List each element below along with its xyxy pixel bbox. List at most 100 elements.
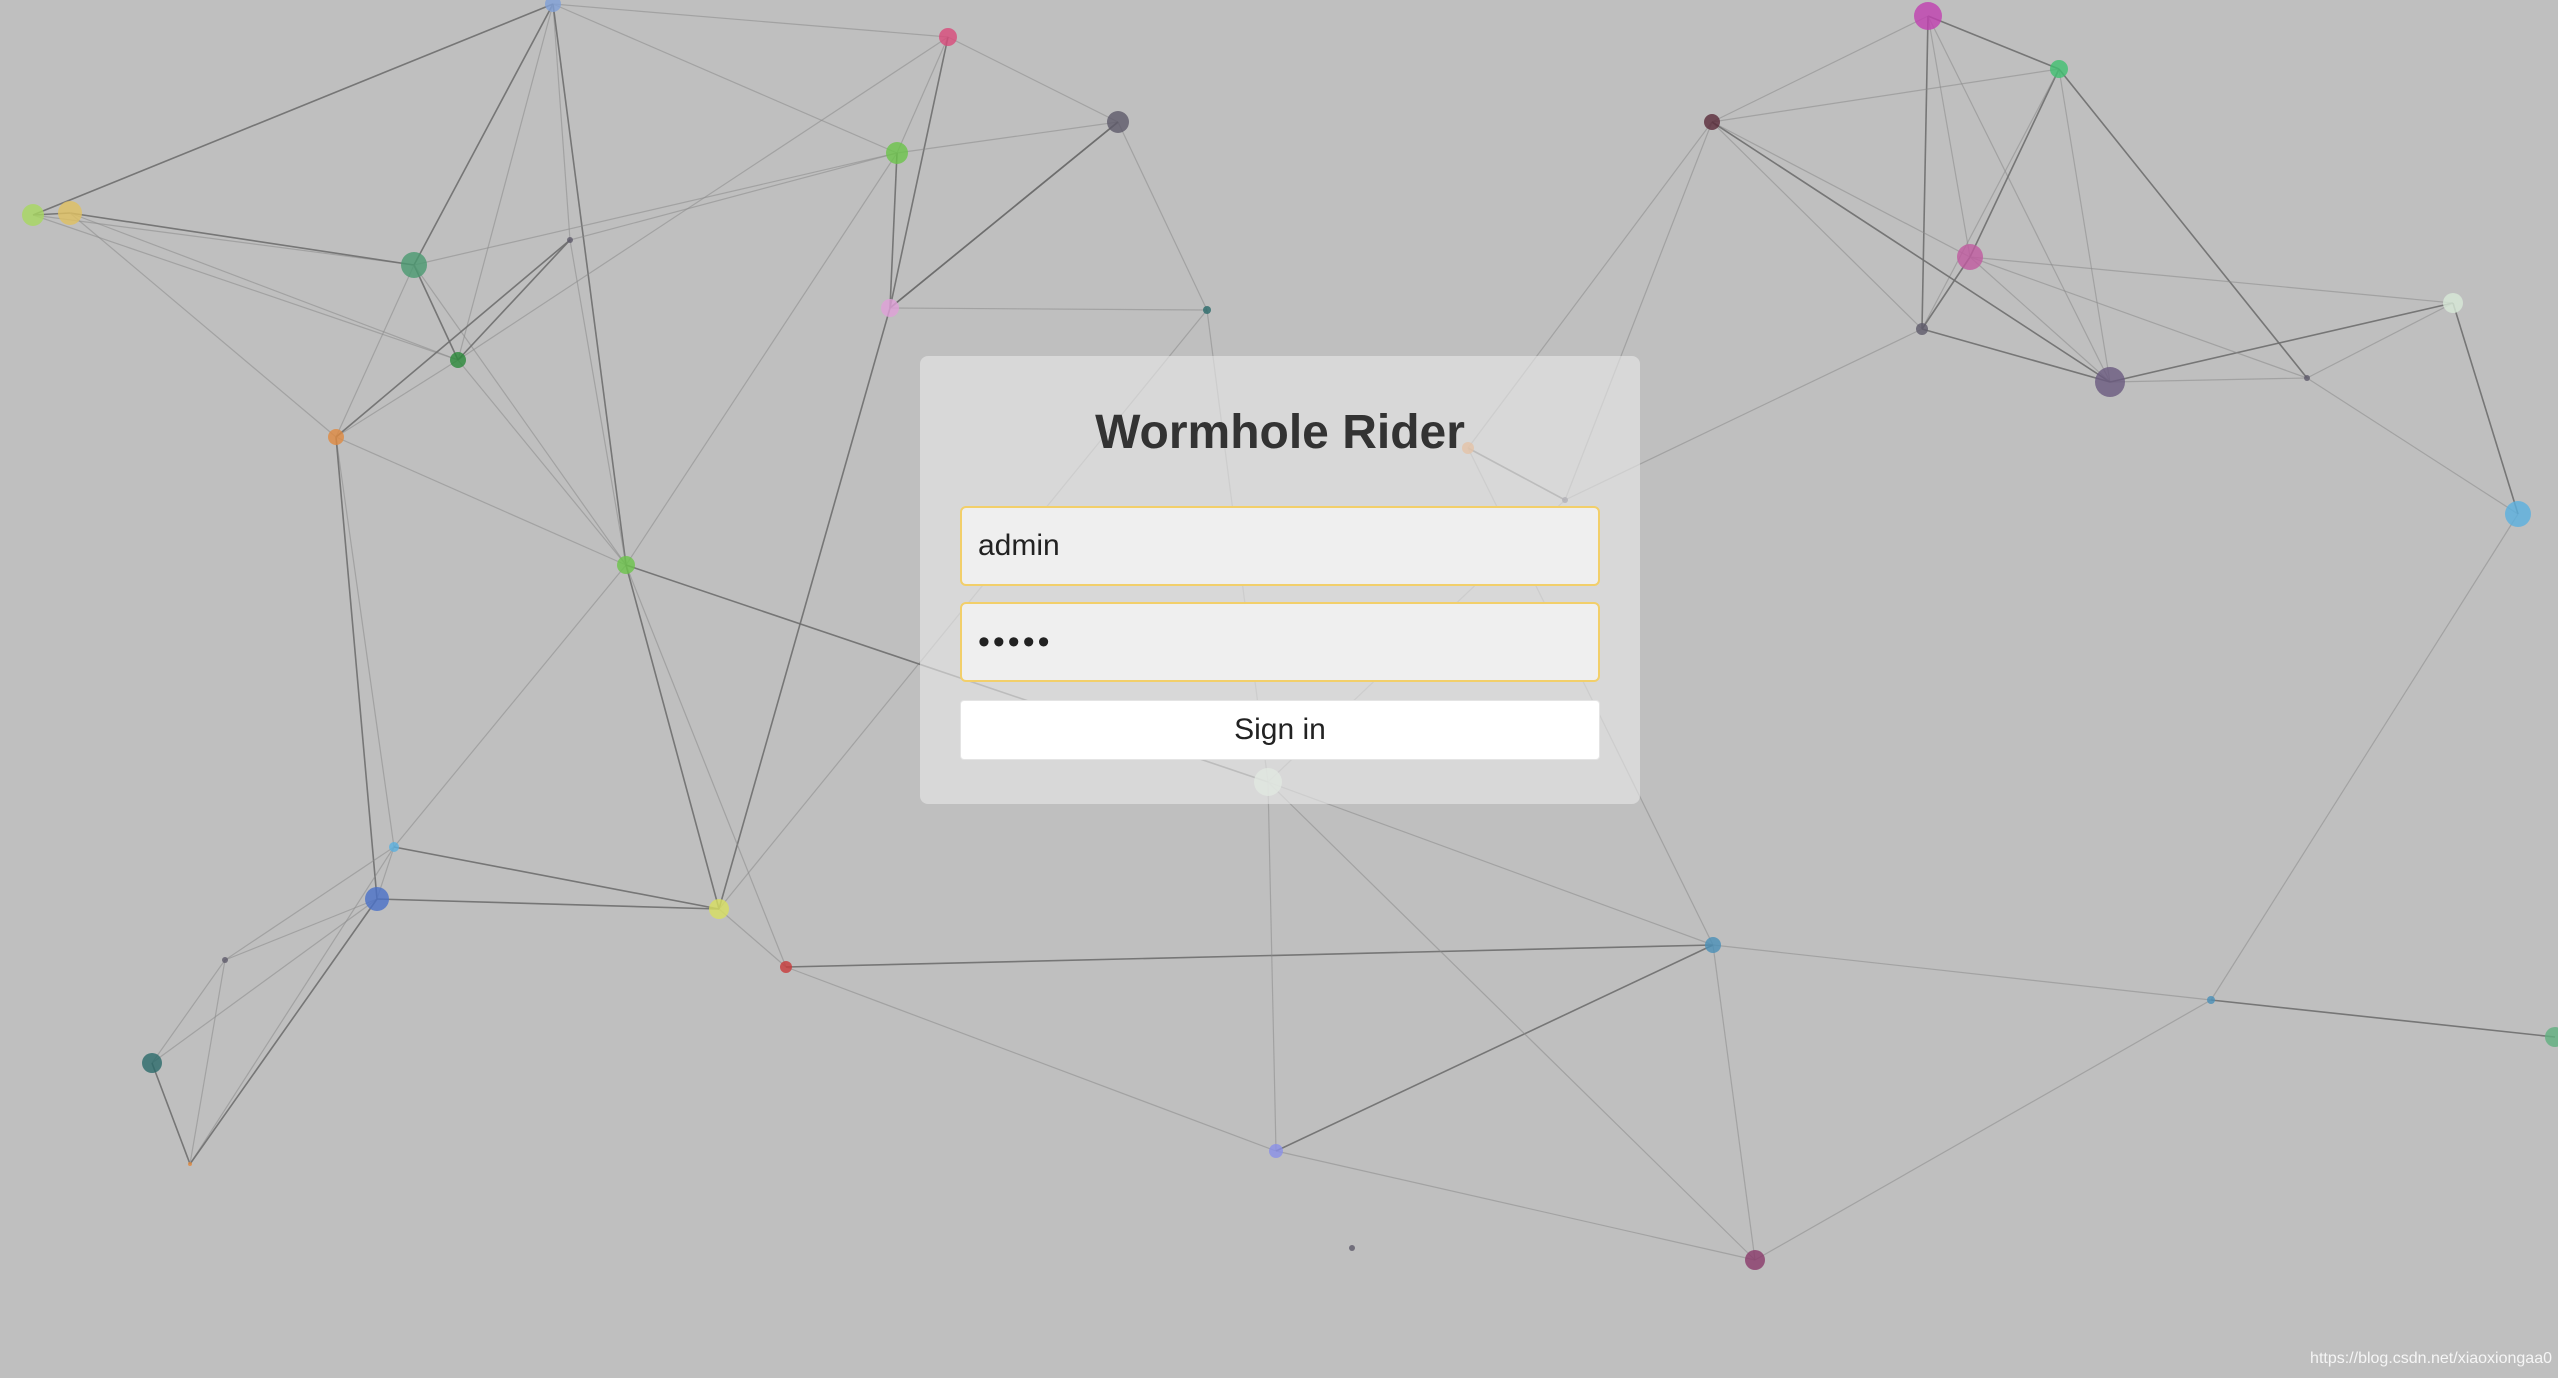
network-edge	[2058, 68, 2308, 379]
network-node	[1957, 244, 1983, 270]
network-node	[1704, 114, 1720, 130]
network-edge	[625, 564, 720, 910]
network-node	[365, 887, 389, 911]
network-node	[22, 204, 44, 226]
network-edge	[413, 3, 554, 266]
network-edge	[1754, 999, 2212, 1261]
network-edge	[376, 898, 720, 910]
network-node	[1914, 2, 1942, 30]
network-edge	[569, 239, 627, 566]
network-node	[389, 842, 399, 852]
username-input[interactable]	[960, 506, 1600, 586]
network-edge	[2306, 377, 2519, 515]
network-edge	[1969, 256, 2454, 304]
network-edge	[1921, 328, 2111, 383]
network-edge	[1117, 121, 1208, 311]
network-node	[2443, 293, 2463, 313]
network-edge	[189, 898, 378, 1165]
network-node	[222, 957, 228, 963]
network-edge	[785, 966, 1277, 1152]
network-edge	[1927, 15, 1971, 258]
network-edge	[2210, 513, 2519, 1001]
network-edge	[1927, 15, 2111, 383]
network-edge	[1969, 256, 2308, 379]
network-edge	[69, 212, 459, 361]
network-edge	[32, 214, 415, 266]
network-edge	[413, 264, 627, 566]
network-edge	[1267, 781, 1277, 1152]
login-card: Wormhole Rider Sign in	[920, 356, 1640, 804]
network-edge	[457, 359, 627, 566]
network-node	[617, 556, 635, 574]
network-edge	[151, 898, 378, 1064]
network-edge	[335, 436, 395, 848]
network-edge	[1711, 68, 2060, 123]
network-edge	[1712, 944, 2212, 1001]
network-edge	[785, 944, 1714, 968]
network-edge	[1712, 944, 1756, 1261]
network-edge	[947, 36, 1119, 123]
network-edge	[552, 3, 949, 38]
network-edge	[1711, 121, 1923, 330]
network-edge	[1275, 944, 1714, 1152]
network-node	[1705, 937, 1721, 953]
network-edge	[1267, 781, 1714, 946]
network-edge	[393, 846, 720, 910]
network-edge	[32, 3, 554, 216]
sign-in-button[interactable]: Sign in	[960, 700, 1600, 760]
network-node	[1745, 1250, 1765, 1270]
network-node	[2304, 375, 2310, 381]
network-edge	[189, 959, 226, 1165]
network-edge	[718, 307, 891, 910]
network-edge	[151, 1062, 191, 1165]
network-edge	[224, 898, 378, 961]
network-node	[188, 1162, 192, 1166]
network-node	[328, 429, 344, 445]
network-edge	[889, 152, 898, 309]
network-edge	[2306, 302, 2454, 379]
network-edge	[1921, 15, 1929, 330]
network-edge	[552, 3, 627, 566]
network-node	[881, 299, 899, 317]
network-node	[780, 961, 792, 973]
network-node	[886, 142, 908, 164]
network-node	[2050, 60, 2068, 78]
network-edge	[1921, 68, 2060, 330]
network-edge	[32, 214, 459, 361]
network-edge	[1711, 121, 2111, 383]
network-edge	[335, 436, 627, 566]
network-edge	[335, 264, 415, 438]
network-node	[2095, 367, 2125, 397]
network-edge	[393, 564, 627, 848]
network-node	[1349, 1245, 1355, 1251]
password-input[interactable]	[960, 602, 1600, 682]
network-node	[709, 899, 729, 919]
network-node	[142, 1053, 162, 1073]
network-edge	[2109, 302, 2454, 383]
network-edge	[335, 436, 378, 900]
network-node	[2545, 1027, 2558, 1047]
network-edge	[1267, 781, 1756, 1261]
network-node	[58, 201, 82, 225]
network-edge	[335, 239, 571, 438]
network-edge	[457, 239, 571, 361]
network-node	[1203, 306, 1211, 314]
watermark-text: https://blog.csdn.net/xiaoxiongaa0	[2310, 1350, 2552, 1367]
network-node	[1269, 1144, 1283, 1158]
network-node	[1916, 323, 1928, 335]
network-edge	[889, 307, 1208, 311]
network-node	[2207, 996, 2215, 1004]
network-edge	[552, 3, 571, 241]
network-edge	[552, 3, 898, 154]
network-edge	[189, 846, 395, 1165]
network-edge	[1275, 1150, 1756, 1261]
network-edge	[335, 359, 459, 438]
network-edge	[151, 959, 226, 1064]
network-node	[2505, 501, 2531, 527]
network-node	[450, 352, 466, 368]
network-edge	[1927, 15, 2060, 70]
network-edge	[2210, 999, 2556, 1038]
network-node	[567, 237, 573, 243]
network-edge	[2058, 68, 2111, 383]
network-edge	[1711, 121, 1971, 258]
